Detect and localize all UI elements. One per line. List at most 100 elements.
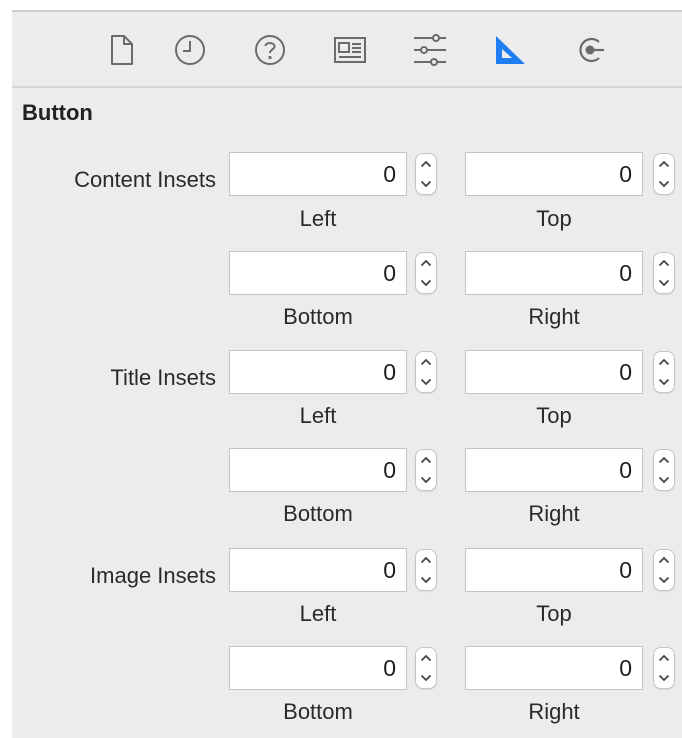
chevron-up-icon (420, 649, 432, 667)
title-insets-top-input[interactable] (466, 351, 642, 393)
title-insets-right-caption: Right (528, 501, 580, 526)
image-insets-bottom-caption: Bottom (283, 699, 353, 724)
image-insets-right-stepper[interactable] (653, 647, 675, 689)
content-insets-bottom-stepper[interactable] (415, 252, 437, 294)
chevron-down-icon (658, 571, 670, 589)
stepper-increment[interactable] (416, 253, 436, 273)
image-insets-bottom-stepper[interactable] (415, 647, 437, 689)
chevron-up-icon (420, 254, 432, 272)
title-insets-top-caption: Top (536, 403, 572, 428)
stepper-increment[interactable] (654, 550, 674, 570)
title-insets-bottom-stepper[interactable] (415, 449, 437, 491)
content-insets-bottom-input[interactable] (230, 252, 406, 294)
title-insets-label: Title Insets (110, 365, 216, 390)
inspector-panel: Button Content Insets Left Top Bottom Ri… (12, 10, 682, 738)
stepper-increment[interactable] (654, 450, 674, 470)
history-clock-icon (173, 33, 207, 67)
content-insets-left-caption: Left (299, 206, 337, 231)
stepper-increment[interactable] (416, 450, 436, 470)
image-insets-bottom-field[interactable] (229, 646, 407, 690)
content-insets-right-stepper[interactable] (653, 252, 675, 294)
image-insets-left-stepper[interactable] (415, 549, 437, 591)
title-insets-bottom-field[interactable] (229, 448, 407, 492)
chevron-down-icon (658, 373, 670, 391)
image-insets-top-caption: Top (536, 601, 572, 626)
identity-inspector-tab[interactable] (330, 30, 370, 70)
file-icon (109, 34, 135, 66)
title-insets-right-stepper[interactable] (653, 449, 675, 491)
title-insets-left-input[interactable] (230, 351, 406, 393)
image-insets-top-input[interactable] (466, 549, 642, 591)
stepper-increment[interactable] (654, 154, 674, 174)
image-insets-right-field[interactable] (465, 646, 643, 690)
connections-inspector-tab[interactable] (570, 30, 610, 70)
chevron-up-icon (420, 551, 432, 569)
chevron-up-icon (658, 451, 670, 469)
title-insets-bottom-caption: Bottom (283, 501, 353, 526)
content-insets-bottom-field[interactable] (229, 251, 407, 295)
title-insets-top-field[interactable] (465, 350, 643, 394)
identity-inspector-icon (333, 36, 367, 64)
stepper-decrement[interactable] (654, 174, 674, 194)
chevron-down-icon (420, 373, 432, 391)
title-insets-bottom-input[interactable] (230, 449, 406, 491)
stepper-decrement[interactable] (654, 273, 674, 293)
chevron-up-icon (658, 155, 670, 173)
image-insets-bottom-input[interactable] (230, 647, 406, 689)
chevron-down-icon (658, 274, 670, 292)
content-insets-top-stepper[interactable] (653, 153, 675, 195)
stepper-decrement[interactable] (654, 570, 674, 590)
stepper-increment[interactable] (654, 648, 674, 668)
image-insets-left-input[interactable] (230, 549, 406, 591)
content-insets-left-field[interactable] (229, 152, 407, 196)
stepper-increment[interactable] (416, 550, 436, 570)
title-insets-right-input[interactable] (466, 449, 642, 491)
stepper-decrement[interactable] (416, 668, 436, 688)
chevron-down-icon (420, 669, 432, 687)
image-insets-top-field[interactable] (465, 548, 643, 592)
stepper-increment[interactable] (416, 648, 436, 668)
stepper-decrement[interactable] (416, 470, 436, 490)
content-insets-label: Content Insets (74, 167, 216, 192)
size-inspector-tab[interactable] (490, 30, 530, 70)
title-insets-left-stepper[interactable] (415, 351, 437, 393)
stepper-increment[interactable] (654, 352, 674, 372)
title-insets-top-stepper[interactable] (653, 351, 675, 393)
content-insets-right-field[interactable] (465, 251, 643, 295)
file-inspector-tab[interactable] (102, 30, 142, 70)
content-insets-left-stepper[interactable] (415, 153, 437, 195)
title-insets-right-field[interactable] (465, 448, 643, 492)
attributes-sliders-icon (412, 32, 448, 68)
stepper-decrement[interactable] (654, 470, 674, 490)
chevron-up-icon (658, 254, 670, 272)
content-insets-left-input[interactable] (230, 153, 406, 195)
connections-icon (573, 33, 607, 67)
content-insets-top-input[interactable] (466, 153, 642, 195)
chevron-down-icon (420, 571, 432, 589)
stepper-increment[interactable] (416, 154, 436, 174)
image-insets-left-caption: Left (299, 601, 337, 626)
stepper-decrement[interactable] (416, 372, 436, 392)
history-inspector-tab[interactable] (170, 30, 210, 70)
attributes-inspector-tab[interactable] (410, 30, 450, 70)
size-ruler-icon (493, 34, 527, 66)
help-inspector-tab[interactable] (250, 30, 290, 70)
inspector-toolbar (12, 12, 682, 88)
help-icon (253, 33, 287, 67)
stepper-increment[interactable] (654, 253, 674, 273)
stepper-decrement[interactable] (654, 372, 674, 392)
content-insets-right-input[interactable] (466, 252, 642, 294)
stepper-increment[interactable] (416, 352, 436, 372)
stepper-decrement[interactable] (416, 174, 436, 194)
content-insets-top-field[interactable] (465, 152, 643, 196)
content-insets-bottom-caption: Bottom (283, 304, 353, 329)
image-insets-right-input[interactable] (466, 647, 642, 689)
title-insets-left-field[interactable] (229, 350, 407, 394)
stepper-decrement[interactable] (654, 668, 674, 688)
stepper-decrement[interactable] (416, 273, 436, 293)
image-insets-right-caption: Right (528, 699, 580, 724)
image-insets-top-stepper[interactable] (653, 549, 675, 591)
image-insets-label: Image Insets (90, 563, 216, 588)
stepper-decrement[interactable] (416, 570, 436, 590)
image-insets-left-field[interactable] (229, 548, 407, 592)
